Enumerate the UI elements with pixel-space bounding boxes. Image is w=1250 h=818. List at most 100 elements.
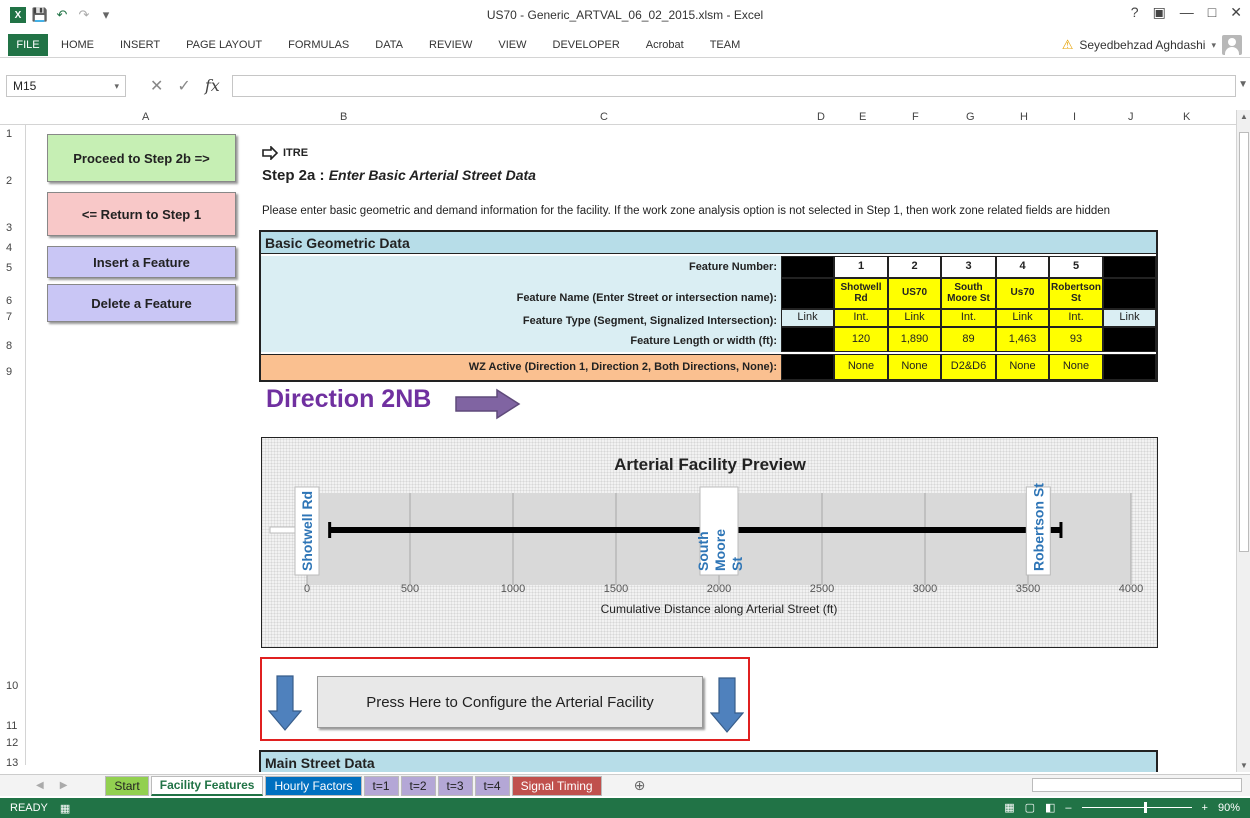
feature-length-cell[interactable]: 89 [941, 327, 996, 352]
column-header[interactable]: B [340, 111, 347, 123]
close-icon[interactable]: ✕ [1230, 4, 1242, 21]
name-box[interactable]: M15 ▾ [6, 75, 126, 97]
feature-type-cell[interactable]: Link [781, 309, 834, 327]
cancel-icon[interactable]: ✕ [150, 76, 163, 96]
row-header[interactable]: 9 [6, 366, 12, 378]
feature-number-cell[interactable]: 4 [996, 256, 1049, 278]
scroll-up-icon[interactable]: ▲ [1240, 112, 1248, 121]
wz-active-cell[interactable]: None [834, 354, 888, 380]
enter-icon[interactable]: ✓ [177, 76, 190, 96]
minimize-icon[interactable]: — [1180, 4, 1194, 21]
row-header[interactable]: 1 [6, 128, 12, 140]
feature-type-cell[interactable]: Link [888, 309, 941, 327]
row-header[interactable]: 5 [6, 262, 12, 274]
undo-icon[interactable]: ↶ [54, 7, 70, 23]
row-header[interactable]: 2 [6, 175, 12, 187]
row-header[interactable]: 4 [6, 242, 12, 254]
tab-view[interactable]: VIEW [485, 39, 539, 51]
page-layout-view-icon[interactable]: ▢ [1025, 801, 1035, 814]
sheet-tab-t1[interactable]: t=1 [363, 775, 399, 796]
new-sheet-icon[interactable]: ⊕ [634, 777, 646, 794]
column-header[interactable]: G [966, 111, 975, 123]
zoom-out-icon[interactable]: – [1065, 802, 1071, 814]
formula-input[interactable] [231, 75, 1236, 97]
proceed-step-2b-button[interactable]: Proceed to Step 2b => [47, 134, 236, 182]
tab-file[interactable]: FILE [8, 33, 48, 56]
sheet-tab-start[interactable]: Start [105, 775, 149, 796]
macro-record-icon[interactable]: ▦ [60, 802, 70, 815]
sheet-tab-facility-features[interactable]: Facility Features [150, 775, 264, 796]
column-header[interactable]: E [859, 111, 866, 123]
arterial-facility-chart[interactable]: Arterial Facility Preview 0 500 1000 1500 20… [261, 437, 1158, 648]
column-header[interactable]: J [1128, 111, 1134, 123]
row-header[interactable]: 7 [6, 311, 12, 323]
tab-developer[interactable]: DEVELOPER [540, 39, 633, 51]
column-header[interactable]: I [1073, 111, 1076, 123]
column-header[interactable]: H [1020, 111, 1028, 123]
customize-qat-icon[interactable]: ▾ [98, 7, 114, 23]
feature-name-cell[interactable]: Shotwell Rd [834, 278, 888, 309]
feature-name-cell[interactable]: Robertson St [1049, 278, 1103, 309]
help-icon[interactable]: ? [1131, 4, 1139, 21]
sheet-tab-t3[interactable]: t=3 [437, 775, 473, 796]
tab-home[interactable]: HOME [48, 39, 107, 51]
column-header[interactable]: C [600, 111, 608, 123]
wz-active-cell[interactable]: None [1049, 354, 1103, 380]
column-header[interactable]: F [912, 111, 919, 123]
column-header[interactable]: A [142, 111, 149, 123]
feature-type-cell[interactable]: Int. [834, 309, 888, 327]
sheet-tab-t2[interactable]: t=2 [400, 775, 436, 796]
next-sheet-icon[interactable]: ▶ [60, 780, 68, 791]
row-header[interactable]: 13 [6, 757, 18, 769]
feature-number-cell[interactable]: 3 [941, 256, 996, 278]
normal-view-icon[interactable]: ▦ [1004, 801, 1014, 814]
feature-type-cell[interactable]: Link [1103, 309, 1156, 327]
wz-active-cell[interactable]: None [996, 354, 1049, 380]
sheet-tab-t4[interactable]: t=4 [474, 775, 510, 796]
feature-length-cell[interactable]: 120 [834, 327, 888, 352]
feature-length-cell[interactable]: 1,890 [888, 327, 941, 352]
feature-number-cell[interactable]: 2 [888, 256, 941, 278]
row-header[interactable]: 3 [6, 222, 12, 234]
zoom-level[interactable]: 90% [1218, 802, 1240, 814]
expand-formula-icon[interactable]: ▼ [1238, 79, 1248, 90]
save-icon[interactable]: 💾 [32, 7, 48, 23]
feature-length-cell[interactable]: 93 [1049, 327, 1103, 352]
tab-review[interactable]: REVIEW [416, 39, 485, 51]
tab-insert[interactable]: INSERT [107, 39, 173, 51]
column-header[interactable]: K [1183, 111, 1190, 123]
tab-team[interactable]: TEAM [697, 39, 754, 51]
insert-function-icon[interactable]: fx [205, 76, 220, 96]
sheet-tab-signal-timing[interactable]: Signal Timing [511, 775, 602, 796]
row-header[interactable]: 8 [6, 340, 12, 352]
configure-facility-button[interactable]: Press Here to Configure the Arterial Fac… [317, 676, 703, 728]
prev-sheet-icon[interactable]: ◀ [36, 780, 44, 791]
feature-number-cell[interactable]: 5 [1049, 256, 1103, 278]
feature-name-cell[interactable]: South Moore St [941, 278, 996, 309]
row-header[interactable]: 10 [6, 680, 18, 692]
wz-active-cell[interactable]: D2&D6 [941, 354, 996, 380]
feature-length-cell[interactable]: 1,463 [996, 327, 1049, 352]
scroll-down-icon[interactable]: ▼ [1240, 761, 1248, 770]
row-header[interactable]: 11 [6, 720, 17, 732]
vertical-scrollbar[interactable]: ▲ ▼ [1236, 110, 1250, 772]
redo-icon[interactable]: ↷ [76, 7, 92, 23]
feature-type-cell[interactable]: Link [996, 309, 1049, 327]
ribbon-display-icon[interactable]: ▣ [1153, 4, 1166, 21]
user-account[interactable]: ⚠ Seyedbehzad Aghdashi ▾ [1062, 32, 1242, 58]
zoom-in-icon[interactable]: + [1202, 802, 1208, 814]
row-header[interactable]: 6 [6, 295, 12, 307]
tab-data[interactable]: DATA [362, 39, 416, 51]
page-break-view-icon[interactable]: ◧ [1045, 801, 1055, 814]
return-step-1-button[interactable]: <= Return to Step 1 [47, 192, 236, 236]
tab-acrobat[interactable]: Acrobat [633, 39, 697, 51]
maximize-icon[interactable]: □ [1208, 4, 1216, 21]
feature-number-cell[interactable]: 1 [834, 256, 888, 278]
scroll-thumb[interactable] [1239, 132, 1249, 552]
feature-name-cell[interactable]: US70 [888, 278, 941, 309]
horizontal-scrollbar[interactable] [1032, 778, 1242, 792]
feature-name-cell[interactable]: Us70 [996, 278, 1049, 309]
row-header[interactable]: 12 [6, 737, 18, 749]
sheet-tab-hourly-factors[interactable]: Hourly Factors [265, 775, 362, 796]
wz-active-cell[interactable]: None [888, 354, 941, 380]
